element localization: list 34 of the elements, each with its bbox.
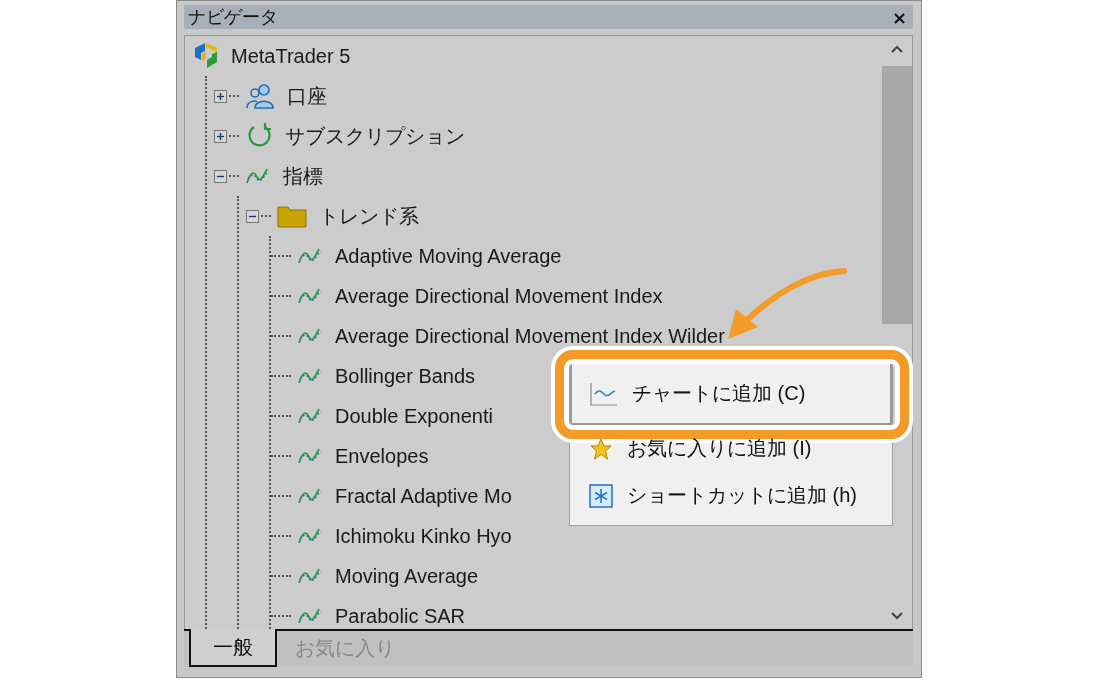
expand-icon[interactable] bbox=[214, 89, 227, 103]
tree-item[interactable]: トレンド系 bbox=[319, 202, 419, 230]
window-title: ナビゲータ bbox=[188, 5, 278, 29]
tree-item[interactable]: Moving Average bbox=[335, 564, 479, 588]
tree-item[interactable]: 口座 bbox=[287, 82, 327, 110]
tree-item[interactable]: Fractal Adaptive Mo bbox=[335, 484, 512, 508]
star-icon bbox=[589, 436, 613, 461]
tree-item[interactable]: 指標 bbox=[283, 162, 323, 190]
collapse-icon[interactable] bbox=[246, 209, 259, 223]
collapse-icon[interactable] bbox=[214, 169, 227, 183]
menu-item[interactable]: ショートカットに追加 (h) bbox=[570, 472, 892, 519]
tree-item[interactable]: Bollinger Bands bbox=[335, 364, 476, 388]
scroll-up-icon[interactable] bbox=[890, 44, 904, 54]
users-icon bbox=[245, 83, 275, 109]
tab[interactable]: 一般 bbox=[189, 629, 277, 667]
folder-icon bbox=[277, 204, 307, 228]
cube-logo-icon bbox=[193, 42, 219, 70]
tree-item[interactable]: Ichimoku Kinko Hyo bbox=[335, 524, 512, 548]
tree-item[interactable]: Envelopes bbox=[335, 444, 429, 468]
tree-item[interactable]: Parabolic SAR bbox=[335, 604, 466, 628]
menu-item[interactable]: お気に入りに追加 (I) bbox=[570, 425, 892, 472]
expand-icon[interactable] bbox=[214, 129, 227, 143]
tree-item[interactable]: Average Directional Movement Index bbox=[335, 284, 663, 308]
scroll-down-icon[interactable] bbox=[890, 611, 904, 621]
scrollbar-thumb[interactable] bbox=[882, 66, 912, 324]
menu-item[interactable]: チャートに追加 (C) bbox=[570, 362, 892, 425]
tree-item[interactable]: Adaptive Moving Average bbox=[335, 244, 562, 268]
tree-item[interactable]: サブスクリプション bbox=[285, 122, 465, 150]
tree-item[interactable]: Double Exponenti bbox=[335, 404, 493, 428]
asterisk-box-icon bbox=[589, 483, 613, 508]
close-button[interactable]: × bbox=[889, 6, 909, 28]
tree-item[interactable]: MetaTrader 5 bbox=[231, 44, 351, 68]
tree-item[interactable]: Average Directional Movement Index Wilder bbox=[335, 324, 725, 348]
line-chart-icon bbox=[590, 381, 618, 406]
